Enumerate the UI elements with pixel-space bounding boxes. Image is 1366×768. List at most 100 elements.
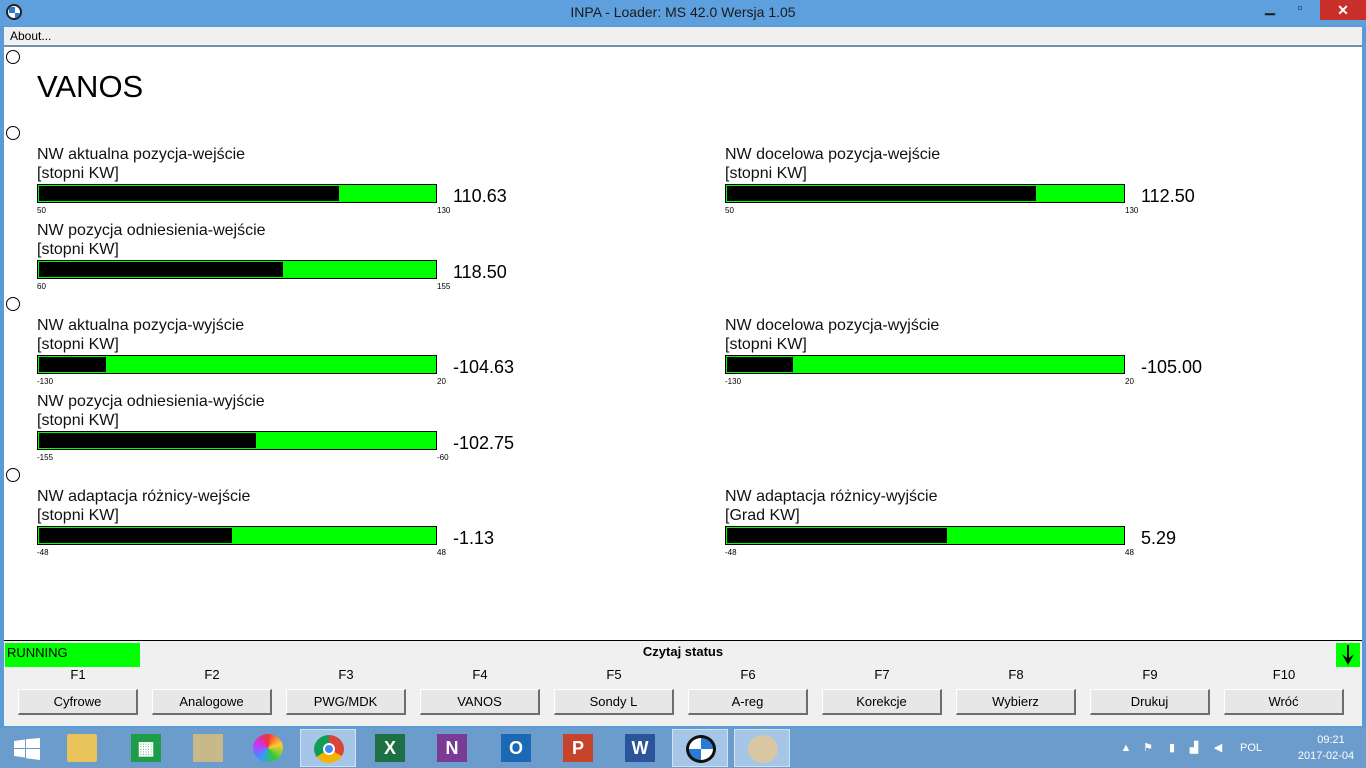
taskbar: ▦ X N O P W ▲ ⚑ ▮ ▟ ◀ POL 09:21 2017-02-… [0,728,1366,768]
gauge-label: NW pozycja odniesienia-wejście [37,222,266,239]
gauge-min: 50 [725,206,734,215]
gauge-label: NW adaptacja różnicy-wyjście [725,488,938,505]
gauge-value: 5.29 [1141,528,1177,548]
gauge-bar [37,184,437,203]
gauge-nw-adaptation-intake: NW adaptacja różnicy-wejście [stopni KW] -… [37,487,557,561]
gauge-fill [727,528,947,543]
gauge-nw-actual-intake: NW aktualna pozycja-wejście [stopni KW] 50… [37,145,557,219]
gauge-bar [725,526,1125,545]
gauge-fill [39,186,339,201]
gauge-max: 20 [437,377,446,386]
gauge-label: NW aktualna pozycja-wejście [37,146,246,163]
gauge-bar [37,260,437,279]
gauge-label: NW aktualna pozycja-wyjście [37,317,245,334]
gauge-min: -155 [37,453,54,462]
clock-time[interactable]: 09:21 [1296,734,1366,746]
gauge-min: 50 [37,206,46,215]
gauge-unit: [stopni KW] [37,165,119,182]
menu-about[interactable]: About... [10,29,51,43]
fkey-label: F9 [1142,667,1158,682]
gauge-bar [725,355,1125,374]
gauge-nw-adaptation-exhaust: NW adaptacja różnicy-wyjście [Grad KW] -48… [725,487,1245,561]
gauge-value: -104.63 [453,357,515,377]
volume-icon[interactable]: ◀ [1212,742,1224,754]
store-icon[interactable]: ▦ [118,729,174,767]
chevron-up-icon[interactable]: ▲ [1120,742,1132,754]
gauge-value: -102.75 [453,433,515,453]
excel-icon[interactable]: X [362,729,418,767]
fkey-button-a-reg[interactable]: A-reg [688,689,808,715]
gauge-max: 48 [437,548,446,557]
minimize-icon[interactable]: ▁ [1256,0,1284,20]
fkey-button-analogowe[interactable]: Analogowe [152,689,272,715]
gauge-value: 112.50 [1141,186,1195,206]
gauge-max: 155 [437,282,451,291]
powerpoint-icon[interactable]: P [550,729,606,767]
bmw-inpa-icon[interactable] [672,729,728,767]
gauge-fill [39,357,106,372]
gauge-unit: [stopni KW] [37,507,119,524]
gauge-max: -60 [437,453,449,462]
fkey-button-cyfrowe[interactable]: Cyfrowe [18,689,138,715]
fkey-button-sondy-l[interactable]: Sondy L [554,689,674,715]
gauge-bar [725,184,1125,203]
network-icon[interactable]: ▟ [1188,742,1200,754]
close-icon[interactable]: ✕ [1320,0,1366,20]
fkey-button-wr-[interactable]: Wróć [1224,689,1344,715]
gauge-label: NW pozycja odniesienia-wyjście [37,393,265,410]
gauge-fill [39,528,232,543]
word-icon[interactable]: W [612,729,668,767]
menu-bar: About... [4,27,1362,45]
flag-icon[interactable]: ⚑ [1142,742,1154,754]
fkey-button-pwg-mdk[interactable]: PWG/MDK [286,689,406,715]
gauge-min: -48 [725,548,737,557]
gauge-max: 130 [437,206,451,215]
page-title: VANOS [37,69,144,104]
paint-icon[interactable] [734,729,790,767]
radio-button[interactable] [6,126,20,140]
windows-start-icon[interactable] [0,729,56,767]
gauge-min: -48 [37,548,49,557]
gauge-fill [39,262,283,277]
gauge-nw-reference-intake: NW pozycja odniesienia-wejście [stopni KW… [37,221,557,295]
window-title: INPA - Loader: MS 42.0 Wersja 1.05 [570,4,796,20]
fkey-label: F1 [70,667,86,682]
outlook-icon[interactable]: O [488,729,544,767]
fkey-button-vanos[interactable]: VANOS [420,689,540,715]
gauge-nw-reference-exhaust: NW pozycja odniesienia-wyjście [stopni KW… [37,392,557,466]
battery-icon[interactable]: ▮ [1166,742,1178,754]
fkey-button-korekcje[interactable]: Korekcje [822,689,942,715]
gauge-unit: [Grad KW] [725,507,800,524]
gauge-fill [727,186,1036,201]
chrome-icon[interactable] [300,729,356,767]
main-panel: VANOS NW aktualna pozycja-wejście [stopni… [4,46,1362,640]
radio-button[interactable] [6,468,20,482]
gauge-bar [37,526,437,545]
gauge-bar [37,431,437,450]
gauge-label: NW docelowa pozycja-wejście [725,146,941,163]
onenote-icon[interactable]: N [424,729,480,767]
maximize-icon[interactable]: ▫ [1286,0,1314,20]
gauge-fill [39,433,256,448]
title-bar[interactable]: INPA - Loader: MS 42.0 Wersja 1.05 ▁ ▫ ✕ [0,0,1366,26]
notepad-app-icon[interactable] [180,729,236,767]
file-explorer-icon[interactable] [54,729,110,767]
arrow-down-icon [1336,643,1360,667]
gauge-label: NW docelowa pozycja-wyjście [725,317,940,334]
gauge-value: -105.00 [1141,357,1203,377]
fkey-button-wybierz[interactable]: Wybierz [956,689,1076,715]
gauge-max: 48 [1125,548,1134,557]
gauge-nw-target-intake: NW docelowa pozycja-wejście [stopni KW] 50… [725,145,1245,219]
gauge-unit: [stopni KW] [725,165,807,182]
language-indicator[interactable]: POL [1240,742,1262,754]
radio-button[interactable] [6,297,20,311]
fkey-button-drukuj[interactable]: Drukuj [1090,689,1210,715]
gauge-min: -130 [37,377,54,386]
gauge-bar [37,355,437,374]
radio-button[interactable] [6,50,20,64]
gauge-min: 60 [37,282,46,291]
clock-date[interactable]: 2017-02-04 [1288,750,1364,762]
app-window: INPA - Loader: MS 42.0 Wersja 1.05 ▁ ▫ ✕… [0,0,1366,728]
gauge-max: 20 [1125,377,1134,386]
color-app-icon[interactable] [240,729,296,767]
